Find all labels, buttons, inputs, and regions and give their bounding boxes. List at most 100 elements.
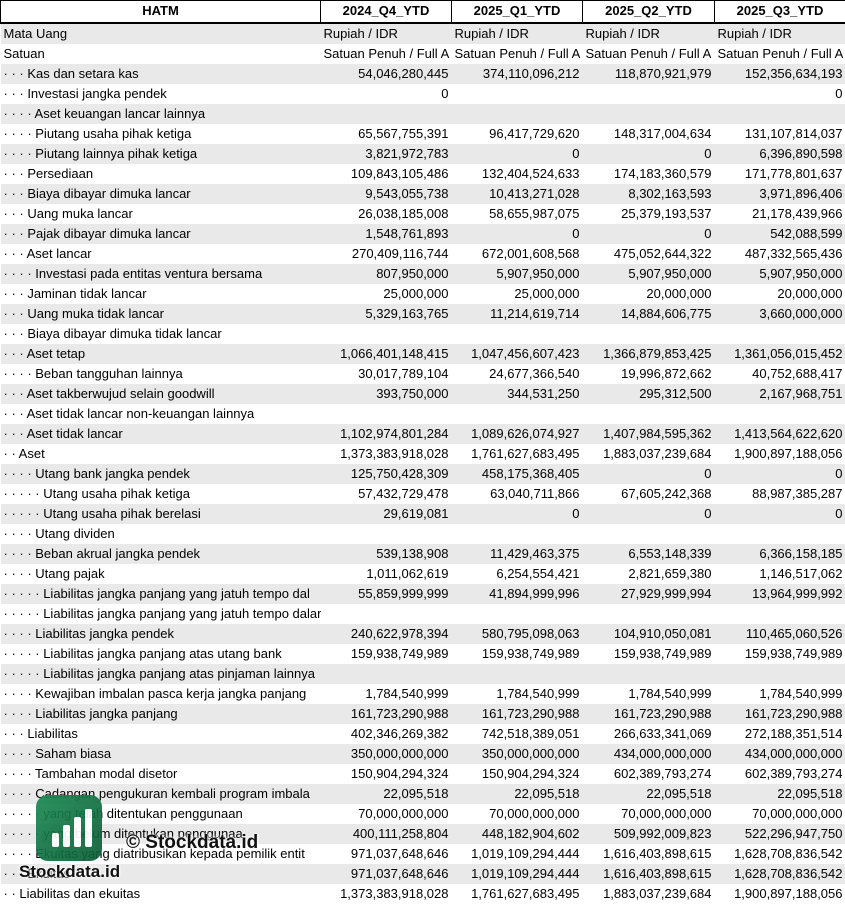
row-value[interactable]: 2,167,968,751	[715, 384, 845, 404]
row-label[interactable]: · · · Uang muka tidak lancar	[1, 304, 321, 324]
row-value[interactable]: 1,066,401,148,415	[321, 344, 452, 364]
row-label[interactable]: · · · · · Utang usaha pihak berelasi	[1, 504, 321, 524]
row-value[interactable]: 25,379,193,537	[583, 204, 715, 224]
row-value[interactable]: 458,175,368,405	[452, 464, 583, 484]
row-value[interactable]: 266,633,341,069	[583, 724, 715, 744]
row-value[interactable]	[452, 104, 583, 124]
row-value[interactable]: 14,884,606,775	[583, 304, 715, 324]
row-value[interactable]: 0	[321, 84, 452, 104]
row-value[interactable]: 1,548,761,893	[321, 224, 452, 244]
row-value[interactable]: 0	[715, 464, 845, 484]
row-value[interactable]: 1,784,540,999	[452, 684, 583, 704]
row-value[interactable]: Rupiah / IDR	[715, 23, 845, 44]
row-label[interactable]: · · · Investasi jangka pendek	[1, 84, 321, 104]
row-value[interactable]: 27,929,999,994	[583, 584, 715, 604]
row-label[interactable]: · · · Aset takberwujud selain goodwill	[1, 384, 321, 404]
row-value[interactable]: 602,389,793,274	[715, 764, 845, 784]
row-value[interactable]: 1,761,627,683,495	[452, 444, 583, 464]
row-label[interactable]: · · · Ekuitas	[1, 864, 321, 884]
row-label[interactable]: · · · Pajak dibayar dimuka lancar	[1, 224, 321, 244]
row-label[interactable]: · · · · Investasi pada entitas ventura b…	[1, 264, 321, 284]
row-value[interactable]: 20,000,000	[583, 284, 715, 304]
row-value[interactable]: 10,413,271,028	[452, 184, 583, 204]
row-value[interactable]	[715, 104, 845, 124]
row-value[interactable]: 1,628,708,836,542	[715, 844, 845, 864]
row-value[interactable]: 22,095,518	[715, 784, 845, 804]
row-value[interactable]: 434,000,000,000	[715, 744, 845, 764]
row-value[interactable]: 1,900,897,188,056	[715, 444, 845, 464]
row-value[interactable]: 1,102,974,801,284	[321, 424, 452, 444]
row-value[interactable]: 70,000,000,000	[715, 804, 845, 824]
row-label[interactable]: · · · · Tambahan modal disetor	[1, 764, 321, 784]
row-label[interactable]: · · · Aset tidak lancar non-keuangan lai…	[1, 404, 321, 424]
row-label[interactable]: · · · · Ekuitas yang diatribusikan kepad…	[1, 844, 321, 864]
row-label[interactable]: Mata Uang	[1, 23, 321, 44]
row-value[interactable]	[452, 524, 583, 544]
row-value[interactable]: 3,971,896,406	[715, 184, 845, 204]
row-label[interactable]: · · Aset	[1, 444, 321, 464]
row-value[interactable]: 542,088,599	[715, 224, 845, 244]
row-value[interactable]: Satuan Penuh / Full A	[583, 44, 715, 64]
row-value[interactable]: 1,883,037,239,684	[583, 444, 715, 464]
row-value[interactable]: Satuan Penuh / Full A	[321, 44, 452, 64]
row-label[interactable]: · · · Kas dan setara kas	[1, 64, 321, 84]
row-value[interactable]: 22,095,518	[583, 784, 715, 804]
row-value[interactable]: 161,723,290,988	[583, 704, 715, 724]
row-value[interactable]: 150,904,294,324	[452, 764, 583, 784]
header-period[interactable]: 2025_Q1_YTD	[452, 1, 583, 23]
row-value[interactable]: 148,317,004,634	[583, 124, 715, 144]
row-value[interactable]: 70,000,000,000	[452, 804, 583, 824]
row-value[interactable]: 1,011,062,619	[321, 564, 452, 584]
row-value[interactable]: 67,605,242,368	[583, 484, 715, 504]
row-value[interactable]: 6,396,890,598	[715, 144, 845, 164]
row-value[interactable]	[715, 404, 845, 424]
row-label[interactable]: · · · · · Utang usaha pihak ketiga	[1, 484, 321, 504]
row-value[interactable]	[715, 524, 845, 544]
row-value[interactable]: 131,107,814,037	[715, 124, 845, 144]
row-value[interactable]: 0	[715, 84, 845, 104]
row-value[interactable]: 118,870,921,979	[583, 64, 715, 84]
row-value[interactable]: 1,413,564,622,620	[715, 424, 845, 444]
row-value[interactable]: 2,821,659,380	[583, 564, 715, 584]
row-value[interactable]: 161,723,290,988	[452, 704, 583, 724]
row-value[interactable]: 5,907,950,000	[583, 264, 715, 284]
row-label[interactable]: Satuan	[1, 44, 321, 64]
row-label[interactable]: · · · · Cadangan pengukuran kembali prog…	[1, 784, 321, 804]
row-value[interactable]: 150,904,294,324	[321, 764, 452, 784]
row-value[interactable]: 110,465,060,526	[715, 624, 845, 644]
row-label[interactable]: · · · · · Liabilitas jangka panjang yang…	[1, 604, 321, 624]
row-value[interactable]: 26,038,185,008	[321, 204, 452, 224]
row-value[interactable]: 1,616,403,898,615	[583, 844, 715, 864]
row-label[interactable]: · · · Uang muka lancar	[1, 204, 321, 224]
row-value[interactable]: 24,677,366,540	[452, 364, 583, 384]
row-value[interactable]: 1,628,708,836,542	[715, 864, 845, 884]
row-label[interactable]: · · · · Piutang lainnya pihak ketiga	[1, 144, 321, 164]
row-value[interactable]: 11,429,463,375	[452, 544, 583, 564]
row-value[interactable]: 0	[583, 464, 715, 484]
row-value[interactable]: 132,404,524,633	[452, 164, 583, 184]
row-value[interactable]: 402,346,269,382	[321, 724, 452, 744]
row-value[interactable]: 54,046,280,445	[321, 64, 452, 84]
row-value[interactable]: 152,356,634,193	[715, 64, 845, 84]
row-label[interactable]: · · · · · Liabilitas jangka panjang atas…	[1, 644, 321, 664]
row-value[interactable]: Satuan Penuh / Full A	[715, 44, 845, 64]
row-value[interactable]	[321, 404, 452, 424]
row-value[interactable]	[715, 324, 845, 344]
row-value[interactable]: 270,409,116,744	[321, 244, 452, 264]
row-value[interactable]: 1,146,517,062	[715, 564, 845, 584]
row-value[interactable]: 1,784,540,999	[321, 684, 452, 704]
row-value[interactable]: 159,938,749,989	[583, 644, 715, 664]
row-value[interactable]	[583, 524, 715, 544]
row-value[interactable]: 0	[452, 224, 583, 244]
row-value[interactable]: 374,110,096,212	[452, 64, 583, 84]
row-value[interactable]	[715, 604, 845, 624]
row-value[interactable]: 5,329,163,765	[321, 304, 452, 324]
row-value[interactable]: 6,553,148,339	[583, 544, 715, 564]
row-value[interactable]: 1,616,403,898,615	[583, 864, 715, 884]
row-value[interactable]: 1,361,056,015,452	[715, 344, 845, 364]
row-value[interactable]: Rupiah / IDR	[321, 23, 452, 44]
row-value[interactable]	[583, 404, 715, 424]
row-value[interactable]: 125,750,428,309	[321, 464, 452, 484]
row-value[interactable]: Rupiah / IDR	[452, 23, 583, 44]
row-value[interactable]: 58,655,987,075	[452, 204, 583, 224]
